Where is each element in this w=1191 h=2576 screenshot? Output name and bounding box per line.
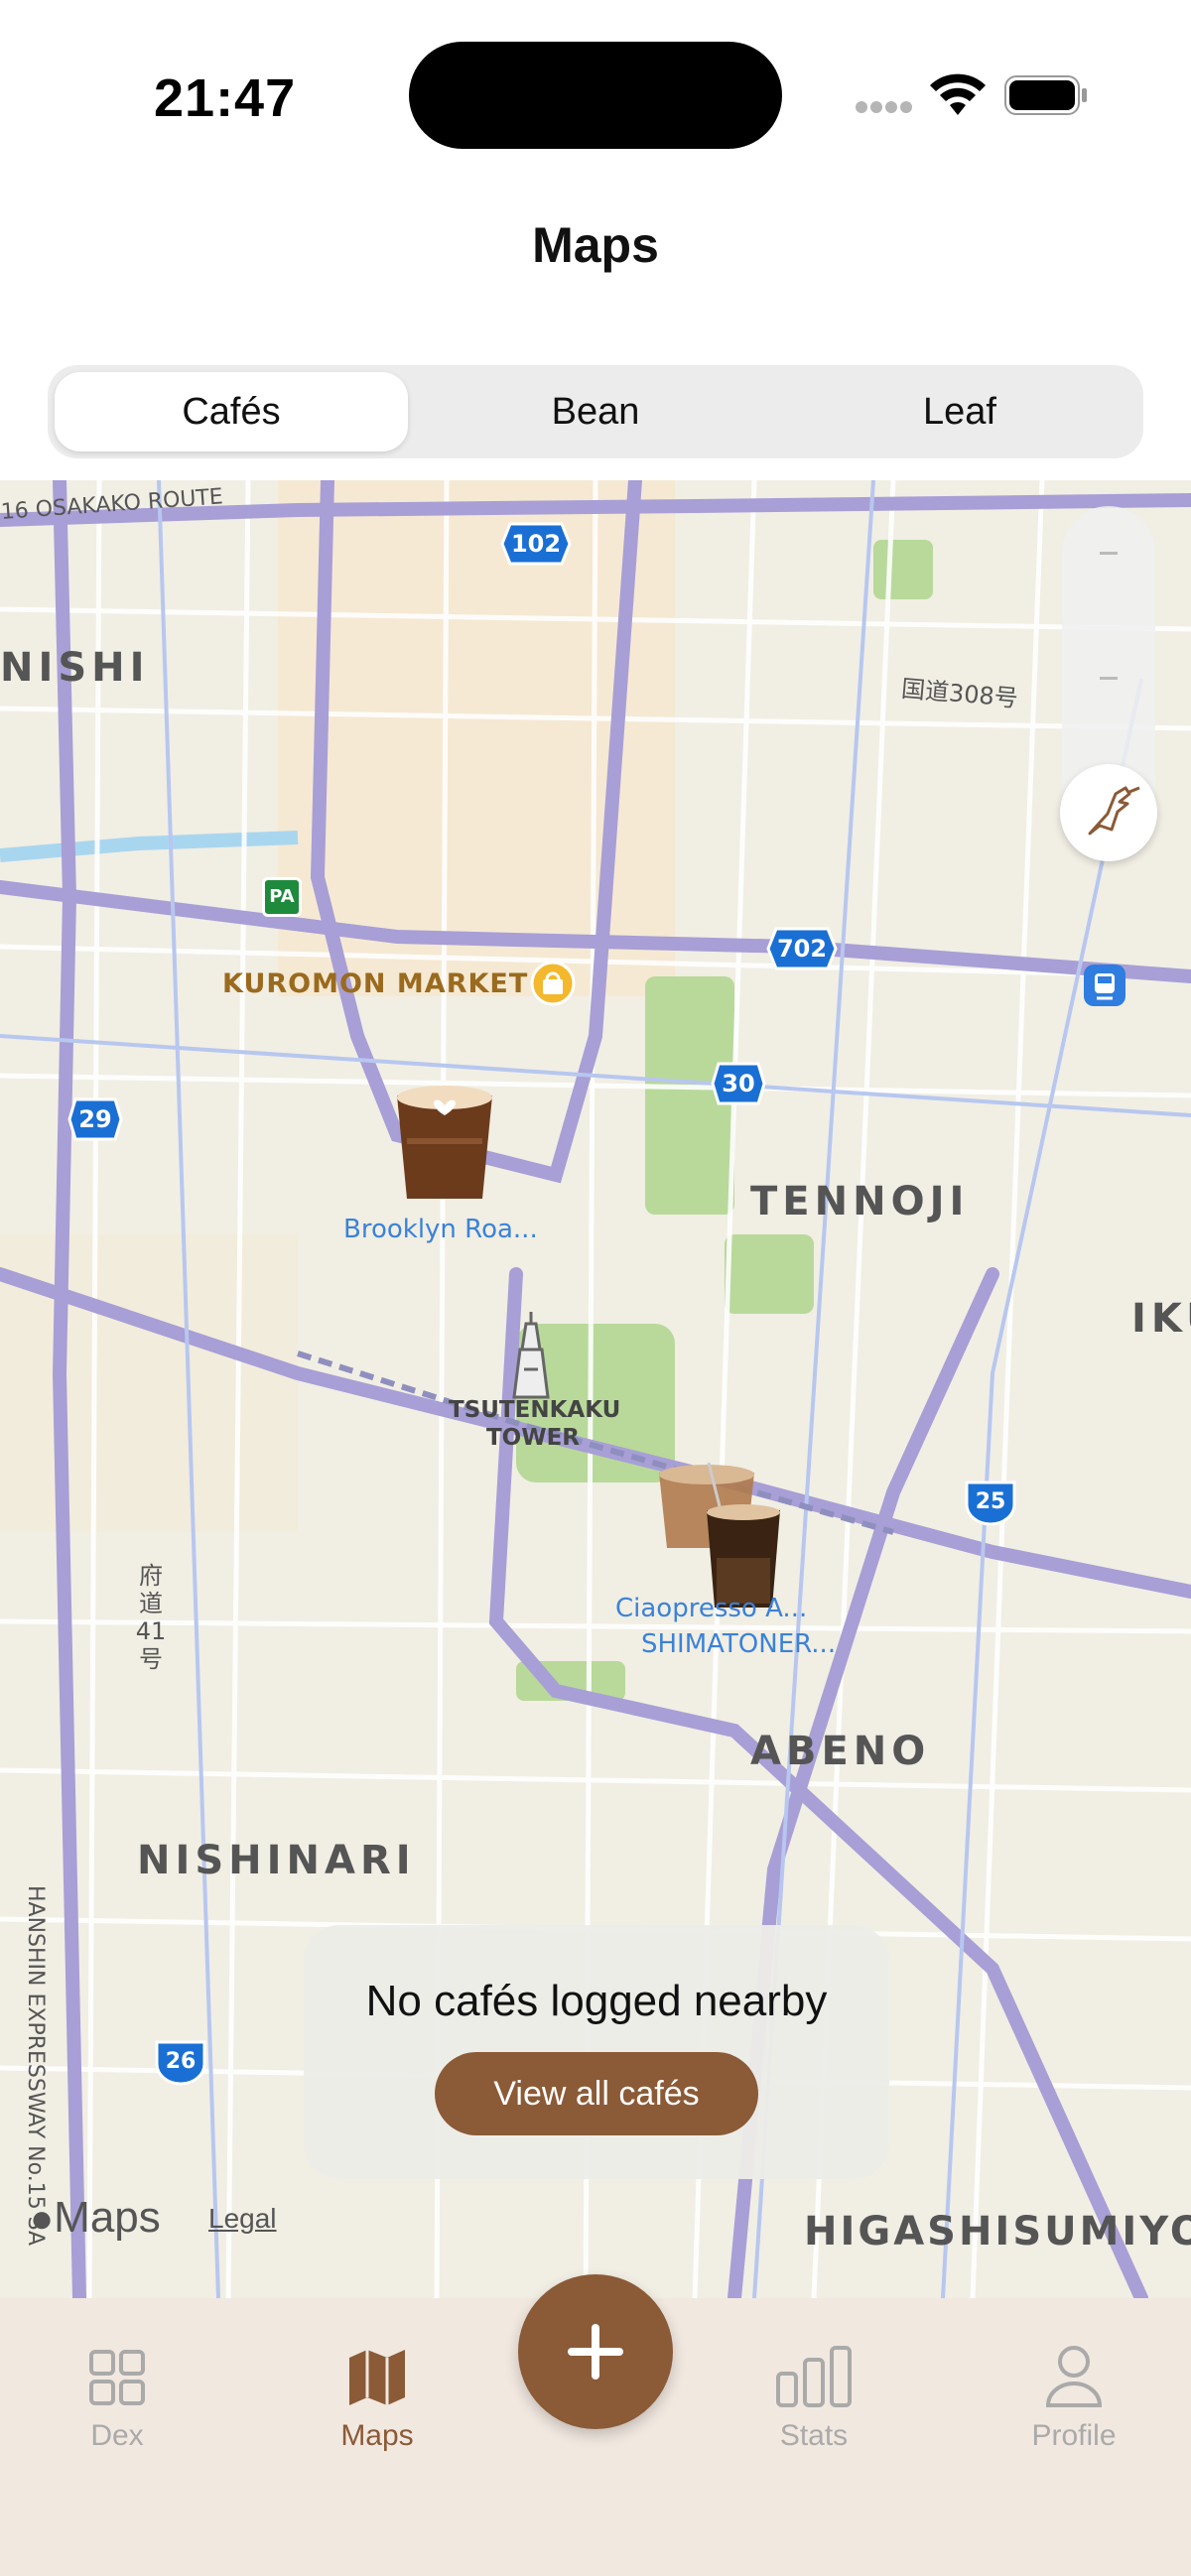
plus-icon (568, 2324, 623, 2380)
route-shield-icon: 26 (155, 2040, 206, 2086)
battery-icon (1004, 75, 1087, 115)
parking-area-icon: PA (262, 877, 302, 917)
category-segmented-control: Cafés Bean Leaf (48, 365, 1143, 458)
tab-maps[interactable]: Maps (308, 2298, 447, 2477)
shopping-bag-icon[interactable] (530, 961, 576, 1006)
tab-label: Stats (779, 2419, 849, 2452)
route-shield-icon: 102 (500, 522, 572, 566)
cellular-signal-icon (856, 101, 912, 113)
tab-profile[interactable]: Profile (1004, 2298, 1143, 2477)
legal-link[interactable]: Legal (208, 2203, 277, 2235)
person-icon (1045, 2346, 1103, 2407)
view-all-cafes-button[interactable]: View all cafés (435, 2052, 758, 2135)
svg-text:25: 25 (976, 1489, 1006, 1514)
map-label-tower: TOWER (485, 1425, 581, 1451)
page-title: Maps (532, 217, 659, 273)
route-shield-icon: 25 (965, 1481, 1016, 1526)
map-label-tennoji: TENNOJI (750, 1179, 970, 1224)
map-label-fudo41: 府道41号 (135, 1562, 167, 1673)
cafe-pin-label[interactable]: Brooklyn Roa... (343, 1215, 538, 1244)
train-station-icon[interactable] (1082, 963, 1127, 1008)
svg-text:30: 30 (722, 1070, 754, 1097)
route-shield-icon: 29 (67, 1097, 123, 1141)
cafe-pin-label[interactable]: Ciaopresso A... (615, 1594, 807, 1623)
divider (1100, 677, 1118, 680)
status-time: 21:47 (154, 68, 297, 128)
route-shield-icon: 702 (766, 927, 838, 970)
empty-state-message: No cafés logged nearby (365, 1977, 828, 2025)
map-label-nishinari: NISHINARI (137, 1838, 416, 1883)
segment-leaf[interactable]: Leaf (783, 372, 1136, 451)
tab-label: Dex (90, 2419, 144, 2452)
map-view[interactable]: 102 702 30 29 25 26 16 OSAKAKO ROUTE NIS… (0, 480, 1191, 2298)
hummingbird-icon (1088, 786, 1140, 836)
map-label-higashisumiyoshi: HIGASHISUMIYOS (804, 2209, 1191, 2254)
map-label-abeno: ABENO (750, 1729, 931, 1774)
svg-text:102: 102 (511, 530, 561, 558)
grid-icon (89, 2350, 145, 2405)
tab-label: Profile (1031, 2419, 1117, 2452)
route-shield-icon: 30 (711, 1062, 766, 1105)
wifi-icon (930, 73, 986, 115)
svg-text:29: 29 (78, 1105, 111, 1133)
empty-state-card: No cafés logged nearby View all cafés (304, 1925, 889, 2179)
status-bar: 21:47 (0, 0, 1191, 169)
cafe-pin-label[interactable]: SHIMATONER... (641, 1629, 836, 1659)
divider (1100, 552, 1118, 555)
map-label-nishi: NISHI (0, 645, 150, 691)
bird-mode-button[interactable] (1060, 764, 1157, 861)
tab-stats[interactable]: Stats (744, 2298, 883, 2477)
tower-landmark-icon (512, 1312, 550, 1399)
svg-text:702: 702 (777, 935, 827, 963)
map-label-tsutenkaku: TSUTENKAKU (449, 1397, 621, 1423)
map-icon (349, 2350, 405, 2405)
map-label-iku: IKU (1131, 1296, 1191, 1342)
map-label-kuromon: KUROMON MARKET (222, 968, 529, 999)
segment-cafes[interactable]: Cafés (55, 372, 408, 451)
segment-bean[interactable]: Bean (419, 372, 772, 451)
dynamic-island (409, 42, 782, 149)
tab-label: Maps (340, 2419, 414, 2452)
maps-attribution[interactable]: ●Maps (30, 2193, 161, 2243)
tab-dex[interactable]: Dex (48, 2298, 187, 2477)
apple-logo-icon: ● (30, 2197, 55, 2241)
svg-text:26: 26 (166, 2049, 197, 2074)
bar-chart-icon (776, 2346, 852, 2407)
add-button[interactable] (518, 2274, 673, 2429)
map-label-hanshin: HANSHIN EXPRESSWAY No.15 SA (23, 1885, 48, 2247)
maps-logo-text: Maps (54, 2193, 161, 2242)
coffee-glass-icon (397, 1086, 492, 1199)
